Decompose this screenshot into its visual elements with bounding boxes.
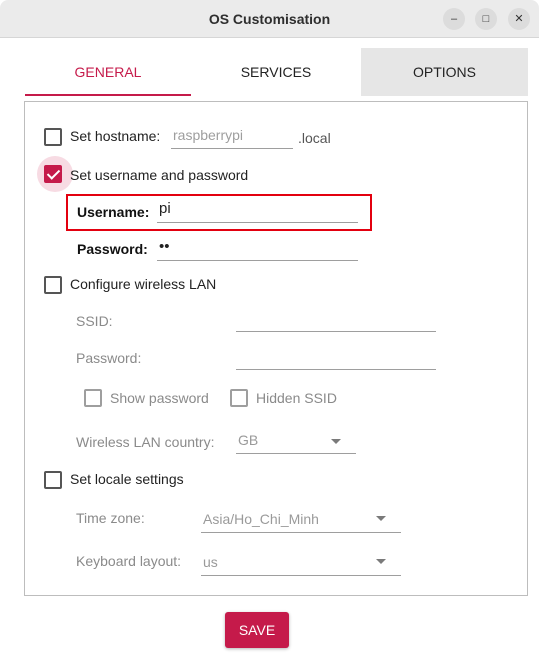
show-password-checkbox[interactable]	[84, 389, 102, 407]
wifi-password-input[interactable]	[236, 344, 436, 370]
ssid-label: SSID:	[76, 313, 113, 329]
close-button[interactable]: ✕	[508, 8, 530, 30]
wireless-country-label: Wireless LAN country:	[76, 434, 215, 450]
hostname-label: Set hostname:	[70, 128, 161, 144]
timezone-select[interactable]: Asia/Ho_Chi_Minh	[201, 507, 401, 533]
wireless-lan-checkbox[interactable]	[44, 276, 62, 294]
user-password-checkbox[interactable]	[44, 165, 62, 183]
save-button[interactable]: SAVE	[225, 612, 289, 648]
chevron-down-icon	[376, 516, 386, 521]
tab-options[interactable]: OPTIONS	[361, 48, 528, 96]
hidden-ssid-label: Hidden SSID	[256, 390, 337, 406]
timezone-label: Time zone:	[76, 510, 145, 526]
tab-general[interactable]: GENERAL	[25, 48, 191, 96]
maximize-button[interactable]: □	[475, 8, 497, 30]
hostname-checkbox[interactable]	[44, 128, 62, 146]
locale-label: Set locale settings	[70, 471, 184, 487]
timezone-value: Asia/Ho_Chi_Minh	[203, 511, 319, 527]
username-highlight-box	[66, 194, 372, 231]
hostname-suffix: .local	[298, 130, 331, 146]
wireless-country-value: GB	[238, 432, 259, 448]
locale-checkbox[interactable]	[44, 471, 62, 489]
user-password-label: Set username and password	[70, 167, 249, 183]
tab-services[interactable]: SERVICES	[191, 48, 361, 96]
password-input[interactable]: ••	[157, 235, 358, 261]
chevron-down-icon	[331, 439, 341, 444]
password-label: Password:	[77, 241, 148, 257]
keyboard-layout-select[interactable]: us	[201, 550, 401, 576]
minimize-button[interactable]: –	[443, 8, 465, 30]
ssid-input[interactable]	[236, 306, 436, 332]
chevron-down-icon	[376, 559, 386, 564]
wifi-password-label: Password:	[76, 350, 142, 366]
keyboard-layout-value: us	[203, 554, 218, 570]
show-password-label: Show password	[110, 390, 209, 406]
keyboard-layout-label: Keyboard layout:	[76, 553, 182, 569]
hidden-ssid-checkbox[interactable]	[230, 389, 248, 407]
hostname-input[interactable]: raspberrypi	[171, 123, 293, 149]
wireless-lan-label: Configure wireless LAN	[70, 276, 217, 292]
